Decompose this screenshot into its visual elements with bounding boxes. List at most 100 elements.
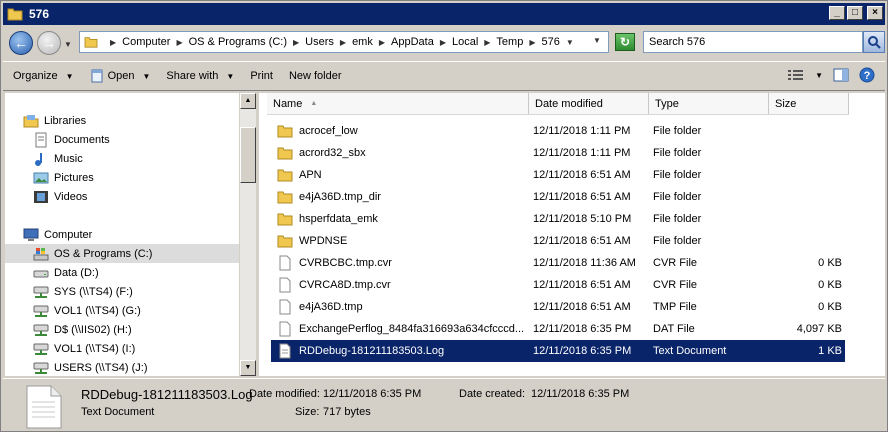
- file-name: CVRCA8D.tmp.cvr: [299, 279, 391, 291]
- scroll-down-button[interactable]: ▼: [240, 360, 256, 376]
- pictures-icon: [33, 172, 49, 183]
- chevron-right-icon[interactable]: ▶: [379, 38, 385, 47]
- nav-item-pictures[interactable]: Pictures: [33, 168, 94, 187]
- chevron-right-icon[interactable]: ▶: [293, 38, 299, 47]
- print-button[interactable]: Print: [244, 65, 279, 87]
- file-name: e4jA36D.tmp: [299, 301, 363, 313]
- network-drive-icon: [33, 343, 49, 355]
- nav-scrollbar[interactable]: ▲ ▼: [239, 93, 256, 376]
- file-name-cell: CVRBCBC.tmp.cvr: [271, 252, 523, 274]
- file-type: File folder: [653, 147, 702, 159]
- file-size: [768, 120, 842, 142]
- chevron-down-icon[interactable]: ▼: [815, 71, 823, 80]
- search-input[interactable]: Search 576: [643, 31, 863, 53]
- nav-item-libraries[interactable]: Libraries: [23, 111, 86, 130]
- new-folder-button[interactable]: New folder: [283, 65, 348, 87]
- file-row[interactable]: WPDNSE 12/11/2018 6:51 AM File folder: [271, 230, 845, 252]
- nav-item-drive-d[interactable]: Data (D:): [33, 263, 99, 282]
- nav-item-videos[interactable]: Videos: [33, 187, 87, 206]
- videos-icon: [34, 190, 48, 203]
- chevron-right-icon[interactable]: ▶: [440, 38, 446, 47]
- title-bar[interactable]: 576 _ □ ×: [3, 3, 885, 25]
- crumb-os-programs[interactable]: OS & Programs (C:): [189, 36, 287, 48]
- file-date: 12/11/2018 1:11 PM: [533, 147, 631, 159]
- file-date: 12/11/2018 6:51 AM: [533, 169, 631, 181]
- chevron-right-icon[interactable]: ▶: [110, 38, 116, 47]
- crumb-computer[interactable]: Computer: [122, 36, 170, 48]
- nav-item-computer[interactable]: Computer: [23, 225, 92, 244]
- chevron-down-icon[interactable]: ▼: [566, 38, 574, 47]
- nav-item-drive-j[interactable]: USERS (\\TS4) (J:): [33, 358, 148, 376]
- file-name-cell: acrord32_sbx: [271, 142, 523, 164]
- search-button[interactable]: [863, 31, 885, 53]
- crumb-emk[interactable]: emk: [352, 36, 373, 48]
- help-icon[interactable]: ?: [859, 67, 875, 83]
- nav-item-drive-g[interactable]: VOL1 (\\TS4) (G:): [33, 301, 141, 320]
- file-date: 12/11/2018 6:51 AM: [533, 235, 631, 247]
- breadcrumb[interactable]: ▶ Computer ▶ OS & Programs (C:) ▶ Users …: [79, 31, 609, 53]
- nav-item-music[interactable]: Music: [33, 149, 83, 168]
- file-size: [768, 230, 842, 252]
- scroll-up-button[interactable]: ▲: [240, 93, 256, 109]
- open-button[interactable]: Open ▼: [84, 65, 157, 87]
- column-header-type[interactable]: Type: [649, 93, 769, 115]
- address-dropdown[interactable]: ▼: [593, 36, 601, 45]
- file-row[interactable]: ExchangePerflog_8484fa316693a634cfcccd..…: [271, 318, 845, 340]
- nav-item-drive-f[interactable]: SYS (\\TS4) (F:): [33, 282, 133, 301]
- column-header-name[interactable]: Name ▲: [267, 93, 529, 115]
- chevron-right-icon[interactable]: ▶: [484, 38, 490, 47]
- crumb-local[interactable]: Local: [452, 36, 478, 48]
- details-created-value: 12/11/2018 6:35 PM: [531, 388, 630, 400]
- nav-label: VOL1 (\\TS4) (I:): [54, 342, 136, 355]
- refresh-button[interactable]: ↻: [615, 33, 635, 51]
- back-button[interactable]: ←: [9, 31, 33, 55]
- file-row[interactable]: APN 12/11/2018 6:51 AM File folder: [271, 164, 845, 186]
- file-size: 4,097 KB: [796, 323, 842, 335]
- nav-item-drive-c[interactable]: OS & Programs (C:): [5, 244, 239, 263]
- organize-button[interactable]: Organize ▼: [7, 65, 80, 87]
- nav-item-documents[interactable]: Documents: [33, 130, 110, 149]
- file-row[interactable]: RDDebug-181211183503.Log 12/11/2018 6:35 …: [271, 340, 845, 362]
- file-row[interactable]: CVRCA8D.tmp.cvr 12/11/2018 6:51 AM CVR Fil…: [271, 274, 845, 296]
- file-row[interactable]: acrord32_sbx 12/11/2018 1:11 PM File folde…: [271, 142, 845, 164]
- file-row[interactable]: e4jA36D.tmp_dir 12/11/2018 6:51 AM File fo…: [271, 186, 845, 208]
- crumb-users[interactable]: Users: [305, 36, 334, 48]
- minimize-button[interactable]: _: [829, 6, 845, 20]
- text-document-icon: [26, 385, 62, 429]
- chevron-right-icon[interactable]: ▶: [529, 38, 535, 47]
- file-name: acrord32_sbx: [299, 147, 366, 159]
- file-row[interactable]: CVRBCBC.tmp.cvr 12/11/2018 11:36 AM CVR Fi…: [271, 252, 845, 274]
- column-header-size[interactable]: Size: [769, 93, 849, 115]
- scroll-thumb[interactable]: [240, 127, 256, 183]
- file-row[interactable]: acrocef_low 12/11/2018 1:11 PM File folder: [271, 120, 845, 142]
- file-size: 0 KB: [818, 301, 842, 313]
- forward-button[interactable]: →: [37, 31, 61, 55]
- file-icon: [279, 277, 291, 293]
- file-type: CVR File: [653, 257, 698, 269]
- view-options-icon[interactable]: [787, 68, 805, 82]
- column-header-date[interactable]: Date modified: [529, 93, 649, 115]
- details-filetype: Text Document: [81, 406, 155, 418]
- nav-label: Pictures: [54, 171, 94, 184]
- file-type: File folder: [653, 213, 702, 225]
- music-icon: [35, 152, 42, 166]
- file-type: File folder: [653, 191, 702, 203]
- close-button[interactable]: ×: [867, 6, 883, 20]
- nav-item-drive-h[interactable]: D$ (\\IIS02) (H:): [33, 320, 132, 339]
- maximize-button[interactable]: □: [847, 6, 863, 20]
- file-type: File folder: [653, 235, 702, 247]
- nav-item-drive-i[interactable]: VOL1 (\\TS4) (I:): [33, 339, 135, 358]
- chevron-right-icon[interactable]: ▶: [340, 38, 346, 47]
- nav-label: Libraries: [44, 114, 87, 127]
- file-row[interactable]: e4jA36D.tmp 12/11/2018 6:51 AM TMP File 0 K…: [271, 296, 845, 318]
- chevron-down-icon[interactable]: ▼: [142, 72, 150, 81]
- file-row[interactable]: hsperfdata_emk 12/11/2018 5:10 PM File fol…: [271, 208, 845, 230]
- crumb-temp[interactable]: Temp: [496, 36, 523, 48]
- recent-pages-dropdown[interactable]: ▼: [64, 40, 72, 49]
- share-with-button[interactable]: Share with ▼: [160, 65, 240, 87]
- preview-pane-icon[interactable]: [833, 68, 849, 82]
- crumb-576[interactable]: 576: [541, 36, 559, 48]
- file-name: WPDNSE: [299, 235, 348, 247]
- crumb-appdata[interactable]: AppData: [391, 36, 434, 48]
- chevron-right-icon[interactable]: ▶: [176, 38, 182, 47]
